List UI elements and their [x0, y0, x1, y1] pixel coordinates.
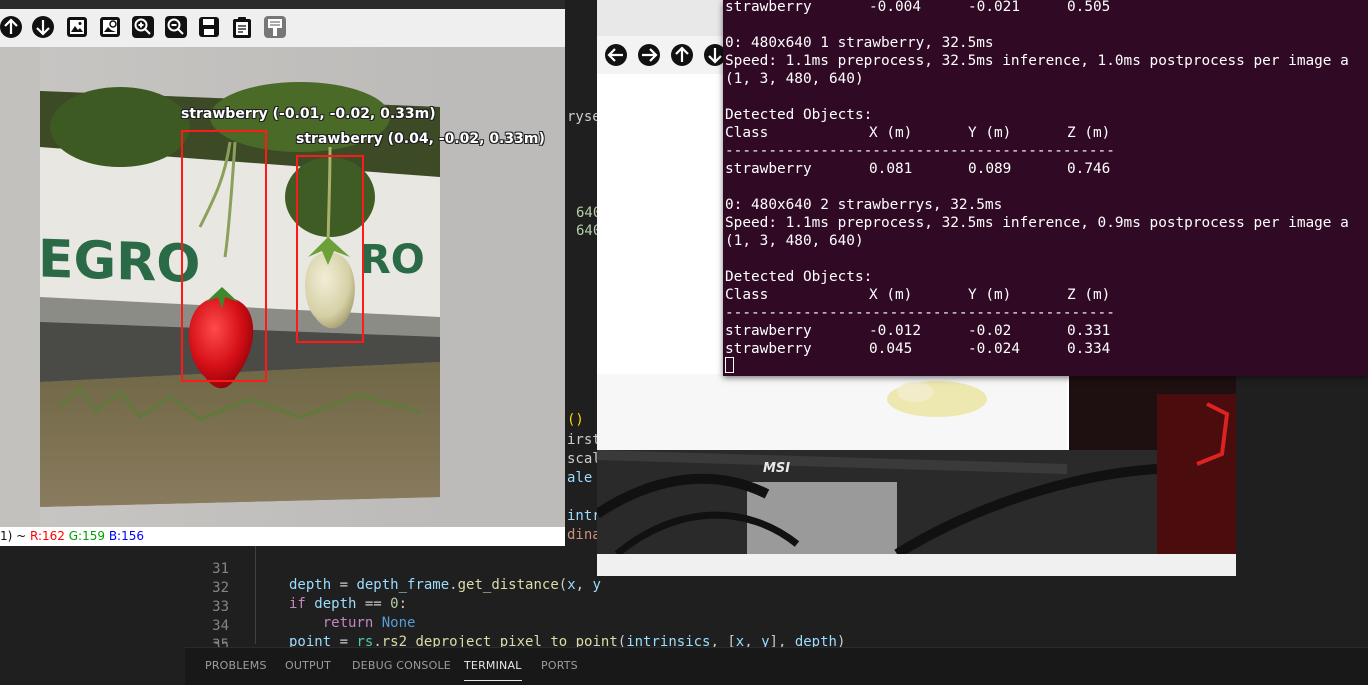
status-blue: B:156 [108, 529, 145, 543]
zoom-in-icon[interactable] [131, 15, 155, 39]
code-line[interactable]: 31 depth = depth_frame.get_distance(x, y [185, 545, 605, 593]
inference-summary: 0: 480x640 2 strawberrys, 32.5ms [725, 197, 1003, 213]
cell-y: -0.021 [968, 0, 1020, 15]
header-class: Class [725, 287, 769, 303]
status-red: R:162 [30, 529, 65, 543]
detection-label: strawberry (0.04, -0.02, 0.33m) [296, 131, 545, 147]
code-line[interactable]: 32 if depth == 0: [185, 564, 605, 612]
cell-y: 0.089 [968, 161, 1012, 177]
properties-icon[interactable] [263, 15, 287, 39]
cell-y: -0.024 [968, 341, 1020, 357]
detected-heading: Detected Objects: [725, 269, 873, 285]
status-prefix: 1) ~ [0, 529, 30, 543]
code-fragment: () [567, 412, 584, 428]
arrow-left-icon[interactable] [604, 43, 628, 67]
cell-z: 0.334 [1067, 341, 1111, 357]
pixel-status-bar: 1) ~ R:162 G:159 B:156 [0, 527, 565, 546]
code-fragment: irst [567, 432, 601, 448]
tab-ports[interactable]: PORTS [541, 659, 578, 672]
cell-class: strawberry [725, 323, 812, 339]
cell-x: 0.045 [869, 341, 913, 357]
code-fragment: scal [567, 451, 601, 467]
image-icon[interactable] [65, 15, 89, 39]
code-fragment: intr [567, 508, 601, 524]
cell-x: -0.012 [869, 323, 921, 339]
header-y: Y (m) [968, 287, 1012, 303]
table-row: strawberry -0.012 -0.02 0.331 [725, 322, 1110, 340]
detection-box [296, 155, 364, 343]
table-row: strawberry -0.004 -0.021 0.505 [725, 0, 1110, 16]
table-header: Class X (m) Y (m) Z (m) [725, 124, 1110, 142]
speed-line: Speed: 1.1ms preprocess, 32.5ms inferenc… [725, 53, 1349, 69]
save-icon[interactable] [197, 15, 221, 39]
header-x: X (m) [869, 125, 913, 141]
table-header: Class X (m) Y (m) Z (m) [725, 286, 1110, 304]
tab-problems[interactable]: PROBLEMS [205, 659, 267, 672]
arrow-up-icon[interactable] [670, 43, 694, 67]
detected-heading: Detected Objects: [725, 107, 873, 123]
code-fragment: dina [567, 527, 601, 543]
table-divider: ----------------------------------------… [725, 305, 1115, 321]
header-class: Class [725, 125, 769, 141]
speed-line: Speed: 1.1ms preprocess, 32.5ms inferenc… [725, 215, 1349, 231]
code-line[interactable]: 35 return point # in meters [185, 621, 605, 669]
table-divider: ----------------------------------------… [725, 143, 1115, 159]
table-row: strawberry 0.045 -0.024 0.334 [725, 340, 1110, 358]
camera-frame[interactable]: EGRO RO strawberry (-0.01, -0.02, 0.33m)… [0, 47, 565, 527]
status-green: G:159 [68, 529, 105, 543]
header-z: Z (m) [1067, 287, 1111, 303]
terminal-window[interactable]: strawberry -0.004 -0.021 0.505 0: 480x64… [723, 0, 1368, 376]
svg-text:EGRO: EGRO [38, 229, 200, 295]
cell-y: -0.02 [968, 323, 1012, 339]
code-fragment: ale [567, 470, 593, 486]
clipboard-icon[interactable] [230, 15, 254, 39]
window-title-bar[interactable] [0, 0, 565, 9]
image-settings-icon[interactable] [98, 15, 122, 39]
inference-summary: 0: 480x640 1 strawberry, 32.5ms [725, 35, 994, 51]
cell-z: 0.746 [1067, 161, 1111, 177]
cell-class: strawberry [725, 0, 812, 15]
code-line[interactable]: 33 return None [185, 583, 605, 631]
zoom-out-icon[interactable] [164, 15, 188, 39]
header-z: Z (m) [1067, 125, 1111, 141]
arrow-down-icon[interactable] [31, 15, 55, 39]
tab-terminal[interactable]: TERMINAL [464, 659, 522, 681]
cell-class: strawberry [725, 161, 812, 177]
terminal-cursor [725, 357, 734, 373]
image-window: EGRO RO strawberry (-0.01, -0.02, 0.33m)… [0, 0, 565, 546]
cell-x: -0.004 [869, 0, 921, 15]
table-row: strawberry 0.081 0.089 0.746 [725, 160, 1110, 178]
svg-text:RO: RO [360, 237, 425, 283]
image-toolbar [0, 9, 565, 48]
detection-label: strawberry (-0.01, -0.02, 0.33m) [181, 106, 436, 122]
arrow-up-icon[interactable] [0, 15, 23, 39]
clipped-line-number: 36 [185, 640, 229, 644]
code-line[interactable]: 34 point = rs.rs2_deproject_pixel_to_poi… [185, 602, 885, 650]
panel-tab-bar: PROBLEMS OUTPUT DEBUG CONSOLE TERMINAL P… [185, 647, 1368, 685]
header-x: X (m) [869, 287, 913, 303]
cell-z: 0.331 [1067, 323, 1111, 339]
cell-class: strawberry [725, 341, 812, 357]
tab-debug-console[interactable]: DEBUG CONSOLE [352, 659, 451, 672]
shape-line: (1, 3, 480, 640) [725, 71, 864, 87]
arrow-right-icon[interactable] [637, 43, 661, 67]
cell-z: 0.505 [1067, 0, 1111, 15]
svg-text:MSI: MSI [763, 461, 790, 476]
detection-box [181, 130, 267, 382]
header-y: Y (m) [968, 125, 1012, 141]
tab-output[interactable]: OUTPUT [285, 659, 331, 672]
shape-line: (1, 3, 480, 640) [725, 233, 864, 249]
cell-x: 0.081 [869, 161, 913, 177]
viewer-status-bar [597, 554, 1236, 576]
